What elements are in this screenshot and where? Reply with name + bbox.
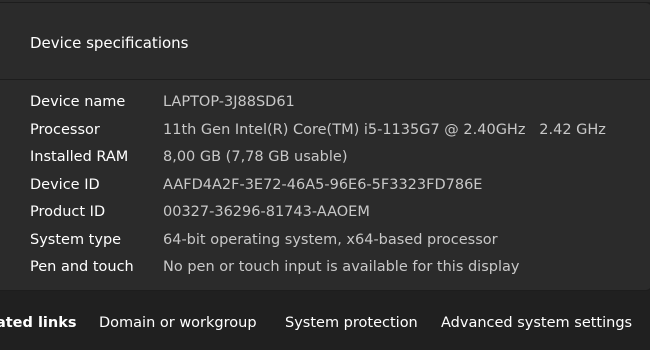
card-title: Device specifications	[30, 34, 189, 52]
spec-label: Device name	[30, 94, 126, 110]
spec-label: Pen and touch	[30, 259, 134, 275]
spec-value: 8,00 GB (7,78 GB usable)	[163, 149, 348, 165]
spec-label: Processor	[30, 121, 100, 138]
card-divider	[0, 79, 650, 80]
system-protection-link[interactable]: System protection	[285, 313, 418, 333]
spec-value: LAPTOP-3J88SD61	[163, 94, 295, 110]
spec-value: 00327-36296-81743-AAOEM	[163, 204, 370, 220]
device-specifications-card: Device specifications Device name LAPTOP…	[0, 2, 650, 291]
spec-value: AAFD4A2F-3E72-46A5-96E6-5F3323FD786E	[163, 176, 483, 193]
related-links-label: lated links	[0, 315, 77, 331]
device-specifications-header[interactable]: Device specifications	[0, 3, 650, 79]
about-page: Device specifications Device name LAPTOP…	[0, 0, 650, 350]
spec-value: 11th Gen Intel(R) Core(TM) i5-1135G7 @ 2…	[163, 121, 606, 138]
chevron-up-icon[interactable]	[0, 31, 1, 45]
domain-or-workgroup-link[interactable]: Domain or workgroup	[99, 313, 257, 333]
spec-label: Device ID	[30, 176, 100, 193]
related-links-bar: lated links Domain or workgroup System p…	[0, 293, 650, 350]
spec-value: No pen or touch input is available for t…	[163, 259, 520, 275]
spec-label: Product ID	[30, 204, 106, 220]
spec-value: 64-bit operating system, x64-based proce…	[163, 231, 498, 248]
advanced-system-settings-link[interactable]: Advanced system settings	[441, 313, 632, 333]
spec-label: Installed RAM	[30, 149, 129, 165]
spec-label: System type	[30, 231, 122, 248]
